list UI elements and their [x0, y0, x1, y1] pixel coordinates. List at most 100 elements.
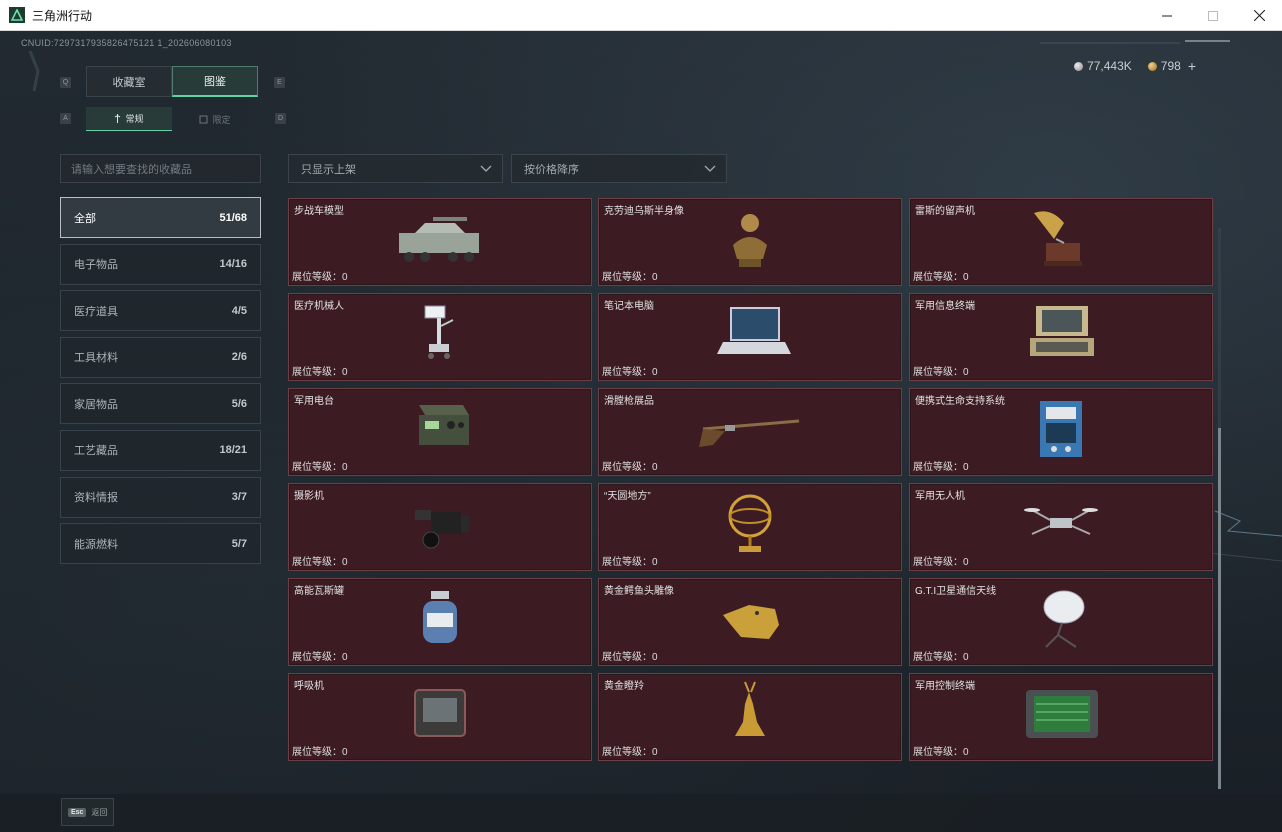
gold-amount: 798 — [1160, 59, 1181, 73]
user-id: CNUID:7297317935826475121 1_202606080103 — [21, 38, 232, 48]
item-name: 高能瓦斯罐 — [294, 586, 344, 597]
item-card[interactable]: 军用信息终端 展位等级：0 — [909, 293, 1213, 381]
gas-canister-icon — [423, 591, 457, 643]
category-list: 全部 51/68 电子物品 14/16 医疗道具 4/5 工具材料 2/6 家居… — [60, 197, 261, 570]
maximize-icon — [1208, 10, 1218, 21]
item-display-level: 展位等级：0 — [292, 272, 348, 283]
category-count: 5/7 — [231, 537, 247, 550]
armillary-sphere-icon — [728, 494, 772, 552]
category-label: 资料情报 — [74, 492, 118, 505]
category-count: 51/68 — [219, 211, 247, 224]
tab-regular-label: 常规 — [125, 114, 144, 124]
satellite-dish-icon — [1043, 590, 1085, 648]
item-card[interactable]: G.T.I卫星通信天线 展位等级：0 — [909, 578, 1213, 666]
sort-dropdown[interactable]: 按价格降序 — [511, 154, 727, 183]
category-label: 能源燃料 — [74, 538, 118, 551]
category-count: 2/6 — [231, 351, 247, 364]
military-radio-icon — [419, 405, 469, 445]
item-name: 黄金鳄鱼头雕像 — [604, 586, 674, 597]
close-button[interactable] — [1236, 0, 1282, 31]
category-tools[interactable]: 工具材料 2/6 — [60, 336, 261, 378]
item-display-level: 展位等级：0 — [602, 747, 658, 758]
item-name: 军用电台 — [294, 396, 334, 407]
silver-amount: 77,443K — [1087, 59, 1132, 73]
gold-crocodile-icon — [723, 605, 779, 639]
item-display-level: 展位等级：0 — [292, 557, 348, 568]
category-count: 18/21 — [219, 444, 247, 457]
item-card[interactable]: 克劳迪乌斯半身像 展位等级：0 — [598, 198, 902, 286]
item-display-level: 展位等级：0 — [602, 652, 658, 663]
item-card[interactable]: 便携式生命支持系统 展位等级：0 — [909, 388, 1213, 476]
item-name: 军用控制终端 — [915, 681, 975, 692]
item-name: 军用无人机 — [915, 491, 965, 502]
category-all[interactable]: 全部 51/68 — [60, 197, 261, 238]
item-card[interactable]: 滑膛枪展品展位等级：0 — [598, 388, 902, 476]
item-card[interactable]: 呼吸机 展位等级：0 — [288, 673, 592, 761]
item-name: 滑膛枪展品 — [604, 396, 654, 407]
item-card[interactable]: 高能瓦斯罐展位等级：0 — [288, 578, 592, 666]
category-household[interactable]: 家居物品 5/6 — [60, 383, 261, 425]
item-display-level: 展位等级：0 — [913, 272, 969, 283]
tab-collection-room[interactable]: 收藏室 — [86, 66, 172, 97]
key-hint-d: D — [275, 113, 286, 124]
item-card[interactable]: “天圆地方” 展位等级：0 — [598, 483, 902, 571]
shelf-filter-value: 只显示上架 — [301, 163, 356, 176]
category-label: 电子物品 — [74, 259, 118, 272]
search-input[interactable]: 请输入想要查找的收藏品 — [60, 154, 261, 183]
drone-icon — [1024, 508, 1098, 535]
item-name: 便携式生命支持系统 — [915, 396, 1005, 407]
item-card[interactable]: 军用无人机 展位等级：0 — [909, 483, 1213, 571]
item-card[interactable]: 军用控制终端 展位等级：0 — [909, 673, 1213, 761]
category-medical[interactable]: 医疗道具 4/5 — [60, 290, 261, 332]
silver-coin-icon — [1074, 61, 1084, 71]
maximize-button[interactable] — [1190, 0, 1236, 31]
scrollbar-thumb[interactable] — [1218, 428, 1221, 789]
item-name: 雷斯的留声机 — [915, 206, 975, 217]
musket-icon — [699, 419, 800, 447]
scrollbar[interactable] — [1218, 228, 1221, 789]
category-intel[interactable]: 资料情报 3/7 — [60, 476, 261, 518]
chevron-down-icon — [480, 165, 492, 172]
item-display-level: 展位等级：0 — [602, 462, 658, 473]
item-display-level: 展位等级：0 — [913, 747, 969, 758]
item-card[interactable]: 步战车模型展位等级：0 — [288, 198, 592, 286]
item-name: 步战车模型 — [294, 206, 344, 217]
tab-limited[interactable]: 限定 — [172, 107, 258, 131]
minimize-button[interactable] — [1144, 0, 1190, 31]
category-count: 4/5 — [231, 304, 247, 317]
item-card[interactable]: 医疗机械人 展位等级：0 — [288, 293, 592, 381]
category-energy[interactable]: 能源燃料 5/7 — [60, 523, 261, 565]
tab-regular[interactable]: 常规 — [86, 107, 172, 131]
item-display-level: 展位等级：0 — [292, 367, 348, 378]
shelf-filter-dropdown[interactable]: 只显示上架 — [288, 154, 503, 183]
item-name: 笔记本电脑 — [604, 301, 654, 312]
add-currency-button[interactable]: + — [1188, 58, 1196, 74]
item-display-level: 展位等级：0 — [292, 652, 348, 663]
item-name: “天圆地方” — [604, 491, 651, 502]
item-card[interactable]: 黄金瞪羚 展位等级：0 — [598, 673, 902, 761]
currency-bar: 77,443K 798 + — [1074, 58, 1196, 74]
laptop-icon — [717, 307, 791, 354]
item-display-level: 展位等级：0 — [292, 747, 348, 758]
regular-icon — [115, 114, 121, 123]
item-card[interactable]: 笔记本电脑展位等级：0 — [598, 293, 902, 381]
military-terminal-icon — [1030, 306, 1094, 356]
category-count: 3/7 — [231, 491, 247, 504]
category-crafts[interactable]: 工艺藏品 18/21 — [60, 429, 261, 471]
bust-icon — [733, 214, 767, 267]
item-card[interactable]: 黄金鳄鱼头雕像 展位等级：0 — [598, 578, 902, 666]
window-title: 三角洲行动 — [32, 8, 93, 23]
back-button[interactable]: Esc 返回 — [61, 798, 114, 826]
tab-catalog[interactable]: 图鉴 — [172, 66, 258, 97]
item-display-level: 展位等级：0 — [602, 272, 658, 283]
item-display-level: 展位等级：0 — [602, 367, 658, 378]
minimize-icon — [1162, 15, 1172, 16]
item-card[interactable]: 摄影机 展位等级：0 — [288, 483, 592, 571]
game-viewport: CNUID:7297317935826475121 1_202606080103… — [0, 31, 1282, 832]
item-display-level: 展位等级：0 — [913, 652, 969, 663]
silver-currency: 77,443K — [1074, 59, 1132, 73]
item-card[interactable]: 军用电台 展位等级：0 — [288, 388, 592, 476]
item-card[interactable]: 雷斯的留声机 展位等级：0 — [909, 198, 1213, 286]
item-display-level: 展位等级：0 — [913, 462, 969, 473]
category-electronics[interactable]: 电子物品 14/16 — [60, 243, 261, 285]
